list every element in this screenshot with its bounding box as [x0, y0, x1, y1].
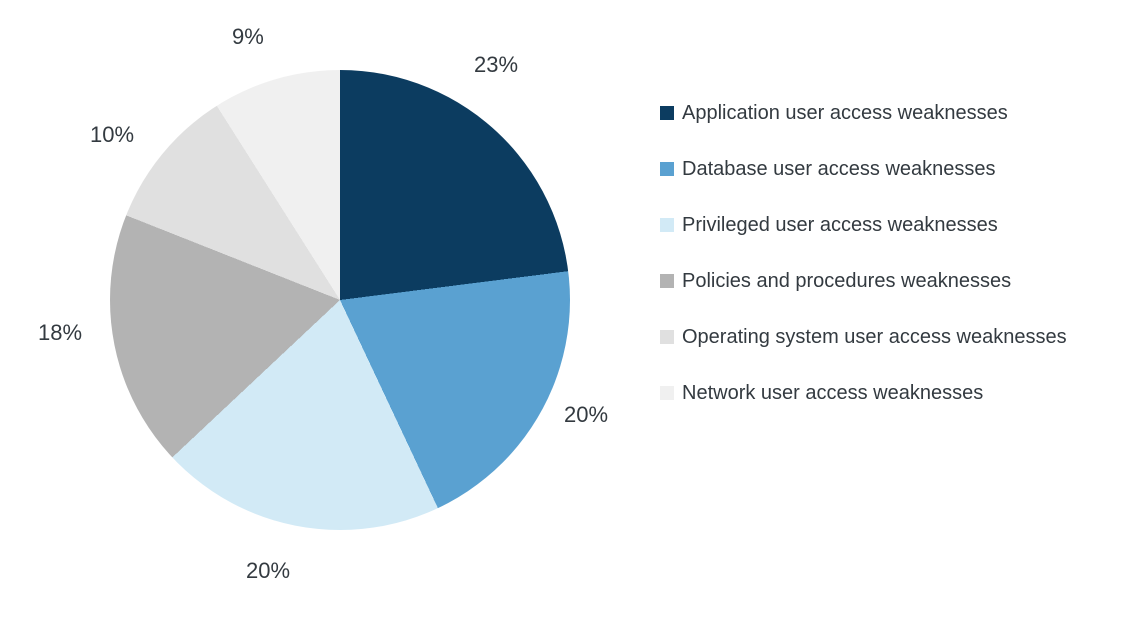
legend-label-0: Application user access weaknesses — [682, 100, 1008, 126]
legend-swatch-1 — [660, 162, 674, 176]
legend-item-5: Network user access weaknesses — [660, 380, 1090, 406]
legend-item-0: Application user access weaknesses — [660, 100, 1090, 126]
legend: Application user access weaknesses Datab… — [660, 100, 1090, 436]
legend-item-3: Policies and procedures weaknesses — [660, 268, 1090, 294]
slice-label-0: 23% — [474, 52, 518, 78]
legend-label-4: Operating system user access weaknesses — [682, 324, 1067, 350]
legend-swatch-5 — [660, 386, 674, 400]
legend-label-5: Network user access weaknesses — [682, 380, 983, 406]
slice-label-5: 9% — [232, 24, 264, 50]
legend-swatch-3 — [660, 274, 674, 288]
legend-label-3: Policies and procedures weaknesses — [682, 268, 1011, 294]
slice-label-1: 20% — [564, 402, 608, 428]
legend-item-4: Operating system user access weaknesses — [660, 324, 1090, 350]
legend-label-2: Privileged user access weaknesses — [682, 212, 998, 238]
legend-swatch-0 — [660, 106, 674, 120]
slice-label-4: 10% — [90, 122, 134, 148]
legend-item-1: Database user access weaknesses — [660, 156, 1090, 182]
legend-swatch-2 — [660, 218, 674, 232]
legend-swatch-4 — [660, 330, 674, 344]
slice-label-2: 20% — [246, 558, 290, 584]
pie-chart — [110, 70, 570, 530]
pie-chart-container: 23% 20% 20% 18% 10% 9% Application user … — [0, 0, 1125, 631]
legend-item-2: Privileged user access weaknesses — [660, 212, 1090, 238]
legend-label-1: Database user access weaknesses — [682, 156, 996, 182]
slice-label-3: 18% — [38, 320, 82, 346]
